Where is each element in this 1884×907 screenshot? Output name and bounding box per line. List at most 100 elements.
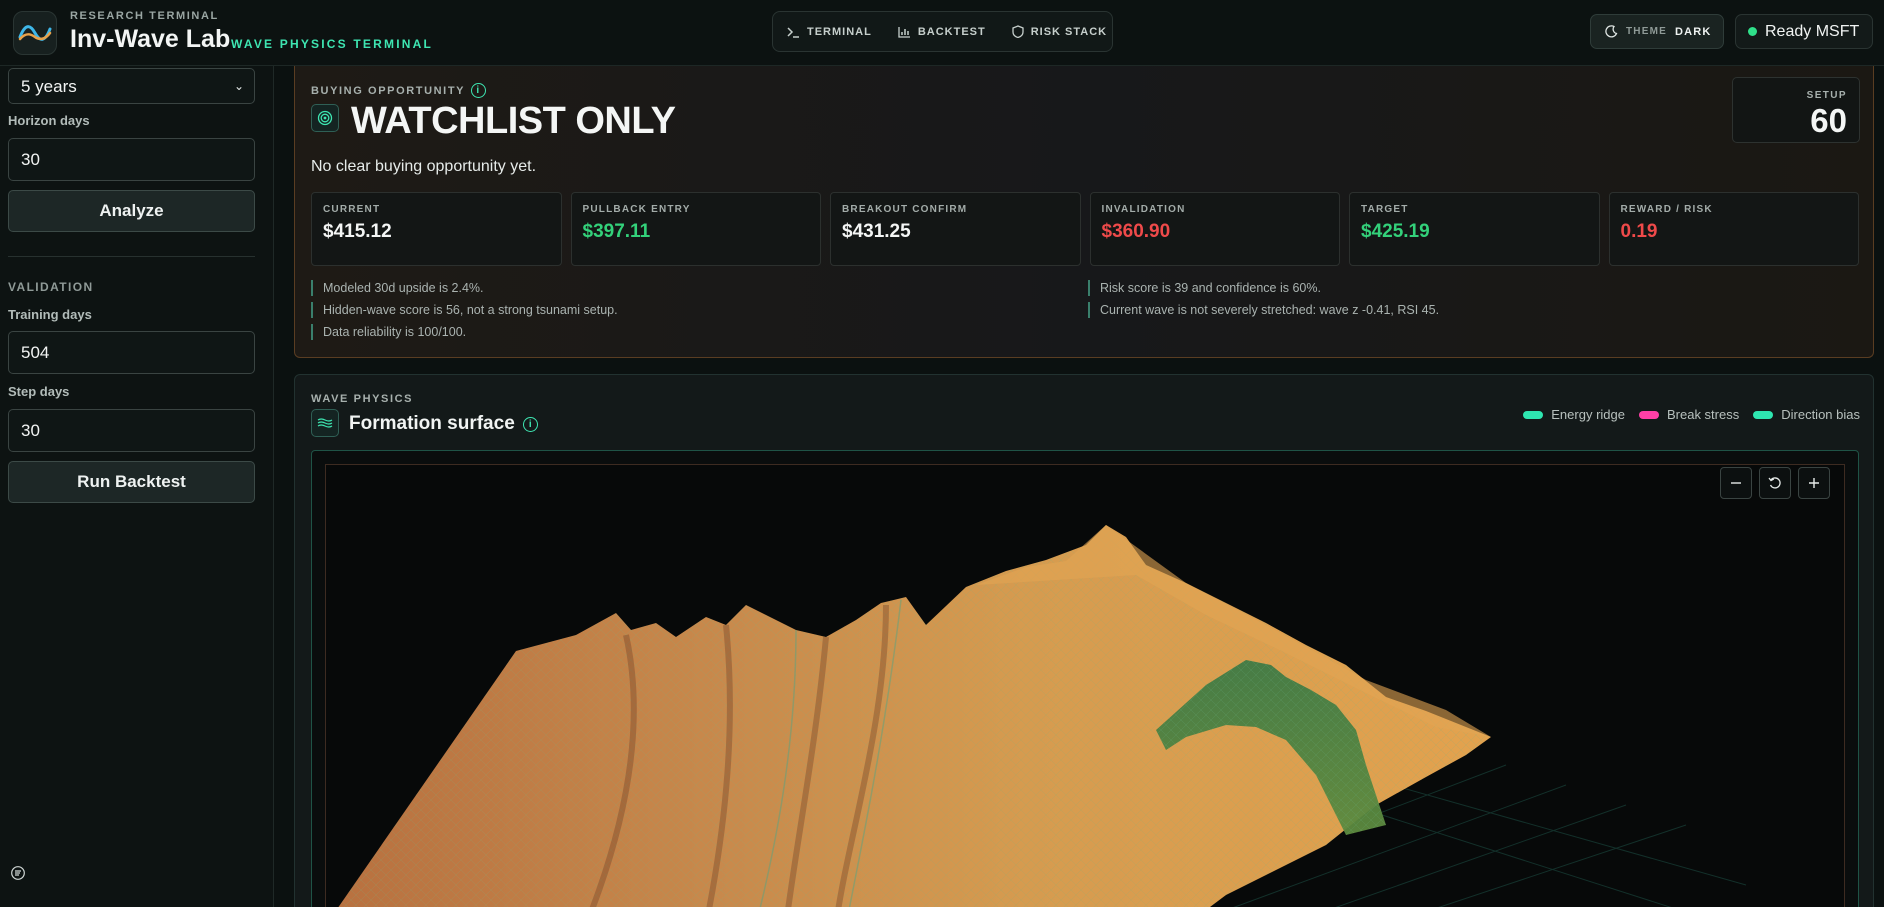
waves-glyph xyxy=(317,418,333,428)
plus-icon xyxy=(1809,478,1819,488)
opportunity-kicker: BUYING OPPORTUNITY i xyxy=(311,83,487,98)
opportunity-title: WATCHLIST ONLY xyxy=(351,100,676,142)
info-icon[interactable]: i xyxy=(522,416,538,432)
notes-left: Modeled 30d upside is 2.4%. Hidden-wave … xyxy=(311,280,618,346)
app-title: Inv-Wave Lab xyxy=(70,25,231,53)
metric-label: CURRENT xyxy=(323,204,381,215)
brand-kicker: RESEARCH TERMINAL xyxy=(70,10,219,22)
period-select-value: 5 years xyxy=(21,77,77,96)
legend-energy-ridge: Energy ridge xyxy=(1523,407,1625,422)
training-input[interactable]: 504 xyxy=(8,331,255,374)
metric-value: 0.19 xyxy=(1620,221,1658,242)
status-text: Ready MSFT xyxy=(1765,22,1860,40)
zoom-controls xyxy=(1720,467,1830,499)
setup-score-card: SETUP 60 xyxy=(1732,77,1860,143)
chevron-down-icon: ⌄ xyxy=(233,79,244,93)
app-subtitle: WAVE PHYSICS TERMINAL xyxy=(231,37,433,51)
nav-terminal[interactable]: TERMINAL xyxy=(787,26,872,38)
note-item: Risk score is 39 and confidence is 60%. xyxy=(1088,280,1439,296)
waves-icon xyxy=(311,409,339,437)
terminal-icon xyxy=(787,26,799,38)
list-toggle-icon xyxy=(11,866,25,880)
theme-label: THEME xyxy=(1626,26,1667,37)
legend-direction-bias: Direction bias xyxy=(1753,407,1860,422)
bar-chart-icon xyxy=(898,26,910,38)
metric-value: $425.19 xyxy=(1361,221,1430,242)
top-bar: RESEARCH TERMINAL Inv-Wave Lab WAVE PHYS… xyxy=(0,0,1884,66)
legend-break-stress: Break stress xyxy=(1638,407,1740,422)
wave-kicker: WAVE PHYSICS xyxy=(311,393,414,405)
metric-breakout-confirm: BREAKOUT CONFIRM $431.25 xyxy=(830,192,1081,266)
metric-value: $415.12 xyxy=(323,221,392,242)
notes-right: Risk score is 39 and confidence is 60%. … xyxy=(1088,280,1439,324)
sidebar-divider xyxy=(8,256,255,257)
surface-3d-render xyxy=(338,525,1747,907)
note-item: Data reliability is 100/100. xyxy=(311,324,618,340)
zoom-out-button[interactable] xyxy=(1720,467,1752,499)
minus-icon xyxy=(1731,482,1741,484)
metric-value: $397.11 xyxy=(582,221,651,242)
horizon-input[interactable]: 30 xyxy=(8,138,255,181)
wave-title: Formation surface i xyxy=(349,413,538,435)
formation-surface-frame xyxy=(311,450,1859,907)
metric-current: CURRENT $415.12 xyxy=(311,192,562,266)
metric-label: BREAKOUT CONFIRM xyxy=(842,204,968,215)
wave-physics-panel: WAVE PHYSICS Formation surface i Energy … xyxy=(294,374,1874,907)
formation-surface-plot[interactable] xyxy=(325,464,1845,907)
metric-value: $360.90 xyxy=(1101,221,1171,242)
horizon-label: Horizon days xyxy=(8,113,90,128)
target-icon xyxy=(311,104,339,132)
metric-label: INVALIDATION xyxy=(1101,204,1186,215)
reset-icon xyxy=(1768,477,1781,489)
legend-swatch xyxy=(1753,410,1774,419)
setup-label: SETUP xyxy=(1806,90,1847,101)
legend: Energy ridge Break stress Direction bias xyxy=(1523,407,1860,422)
note-item: Modeled 30d upside is 2.4%. xyxy=(311,280,618,296)
wave-logo-icon xyxy=(18,25,52,41)
metric-reward-risk: REWARD / RISK 0.19 xyxy=(1608,192,1859,266)
run-backtest-button[interactable]: Run Backtest xyxy=(8,461,255,503)
nav-risk-stack-label: RISK STACK xyxy=(1030,25,1108,38)
moon-icon xyxy=(1605,25,1618,38)
status-badge: Ready MSFT xyxy=(1735,14,1873,49)
metric-target: TARGET $425.19 xyxy=(1349,192,1600,266)
info-icon[interactable]: i xyxy=(471,83,487,98)
metric-value: $431.25 xyxy=(842,221,911,242)
status-dot-icon xyxy=(1748,27,1757,36)
period-select[interactable]: 5 years ⌄ xyxy=(8,68,255,104)
legend-label: Direction bias xyxy=(1781,407,1860,422)
analyze-button[interactable]: Analyze xyxy=(8,190,255,232)
metric-label: REWARD / RISK xyxy=(1620,204,1713,215)
step-label: Step days xyxy=(8,384,70,399)
shield-icon xyxy=(1012,25,1024,38)
legend-label: Break stress xyxy=(1666,407,1740,422)
main-nav: TERMINAL BACKTEST RISK STACK xyxy=(772,11,1113,52)
theme-value: DARK xyxy=(1675,25,1712,38)
opportunity-kicker-text: BUYING OPPORTUNITY xyxy=(311,84,466,97)
legend-swatch xyxy=(1523,410,1544,419)
zoom-in-button[interactable] xyxy=(1798,467,1830,499)
step-input[interactable]: 30 xyxy=(8,409,255,452)
metric-label: PULLBACK ENTRY xyxy=(582,204,691,215)
nav-terminal-label: TERMINAL xyxy=(807,25,872,38)
nav-backtest-label: BACKTEST xyxy=(917,25,986,38)
note-item: Current wave is not severely stretched: … xyxy=(1088,302,1439,318)
target-glyph xyxy=(317,110,333,126)
setup-value: 60 xyxy=(1810,102,1847,139)
theme-toggle[interactable]: THEME DARK xyxy=(1590,14,1724,49)
nav-risk-stack[interactable]: RISK STACK xyxy=(1012,25,1107,38)
legend-label: Energy ridge xyxy=(1551,407,1625,422)
training-label: Training days xyxy=(8,307,92,322)
metric-cards: CURRENT $415.12 PULLBACK ENTRY $397.11 B… xyxy=(311,192,1859,266)
nav-backtest[interactable]: BACKTEST xyxy=(898,26,986,38)
reset-view-button[interactable] xyxy=(1759,467,1791,499)
metric-label: TARGET xyxy=(1361,204,1409,215)
opportunity-description: No clear buying opportunity yet. xyxy=(311,158,537,175)
sidebar-toggle-button[interactable] xyxy=(6,861,32,885)
sidebar: 5 years ⌄ Horizon days 30 Analyze VALIDA… xyxy=(0,66,274,907)
app-logo xyxy=(13,11,57,55)
wave-title-text: Formation surface xyxy=(349,413,515,434)
buying-opportunity-panel: BUYING OPPORTUNITY i WATCHLIST ONLY No c… xyxy=(294,66,1874,358)
metric-invalidation: INVALIDATION $360.90 xyxy=(1089,192,1340,266)
note-item: Hidden-wave score is 56, not a strong ts… xyxy=(311,302,618,318)
